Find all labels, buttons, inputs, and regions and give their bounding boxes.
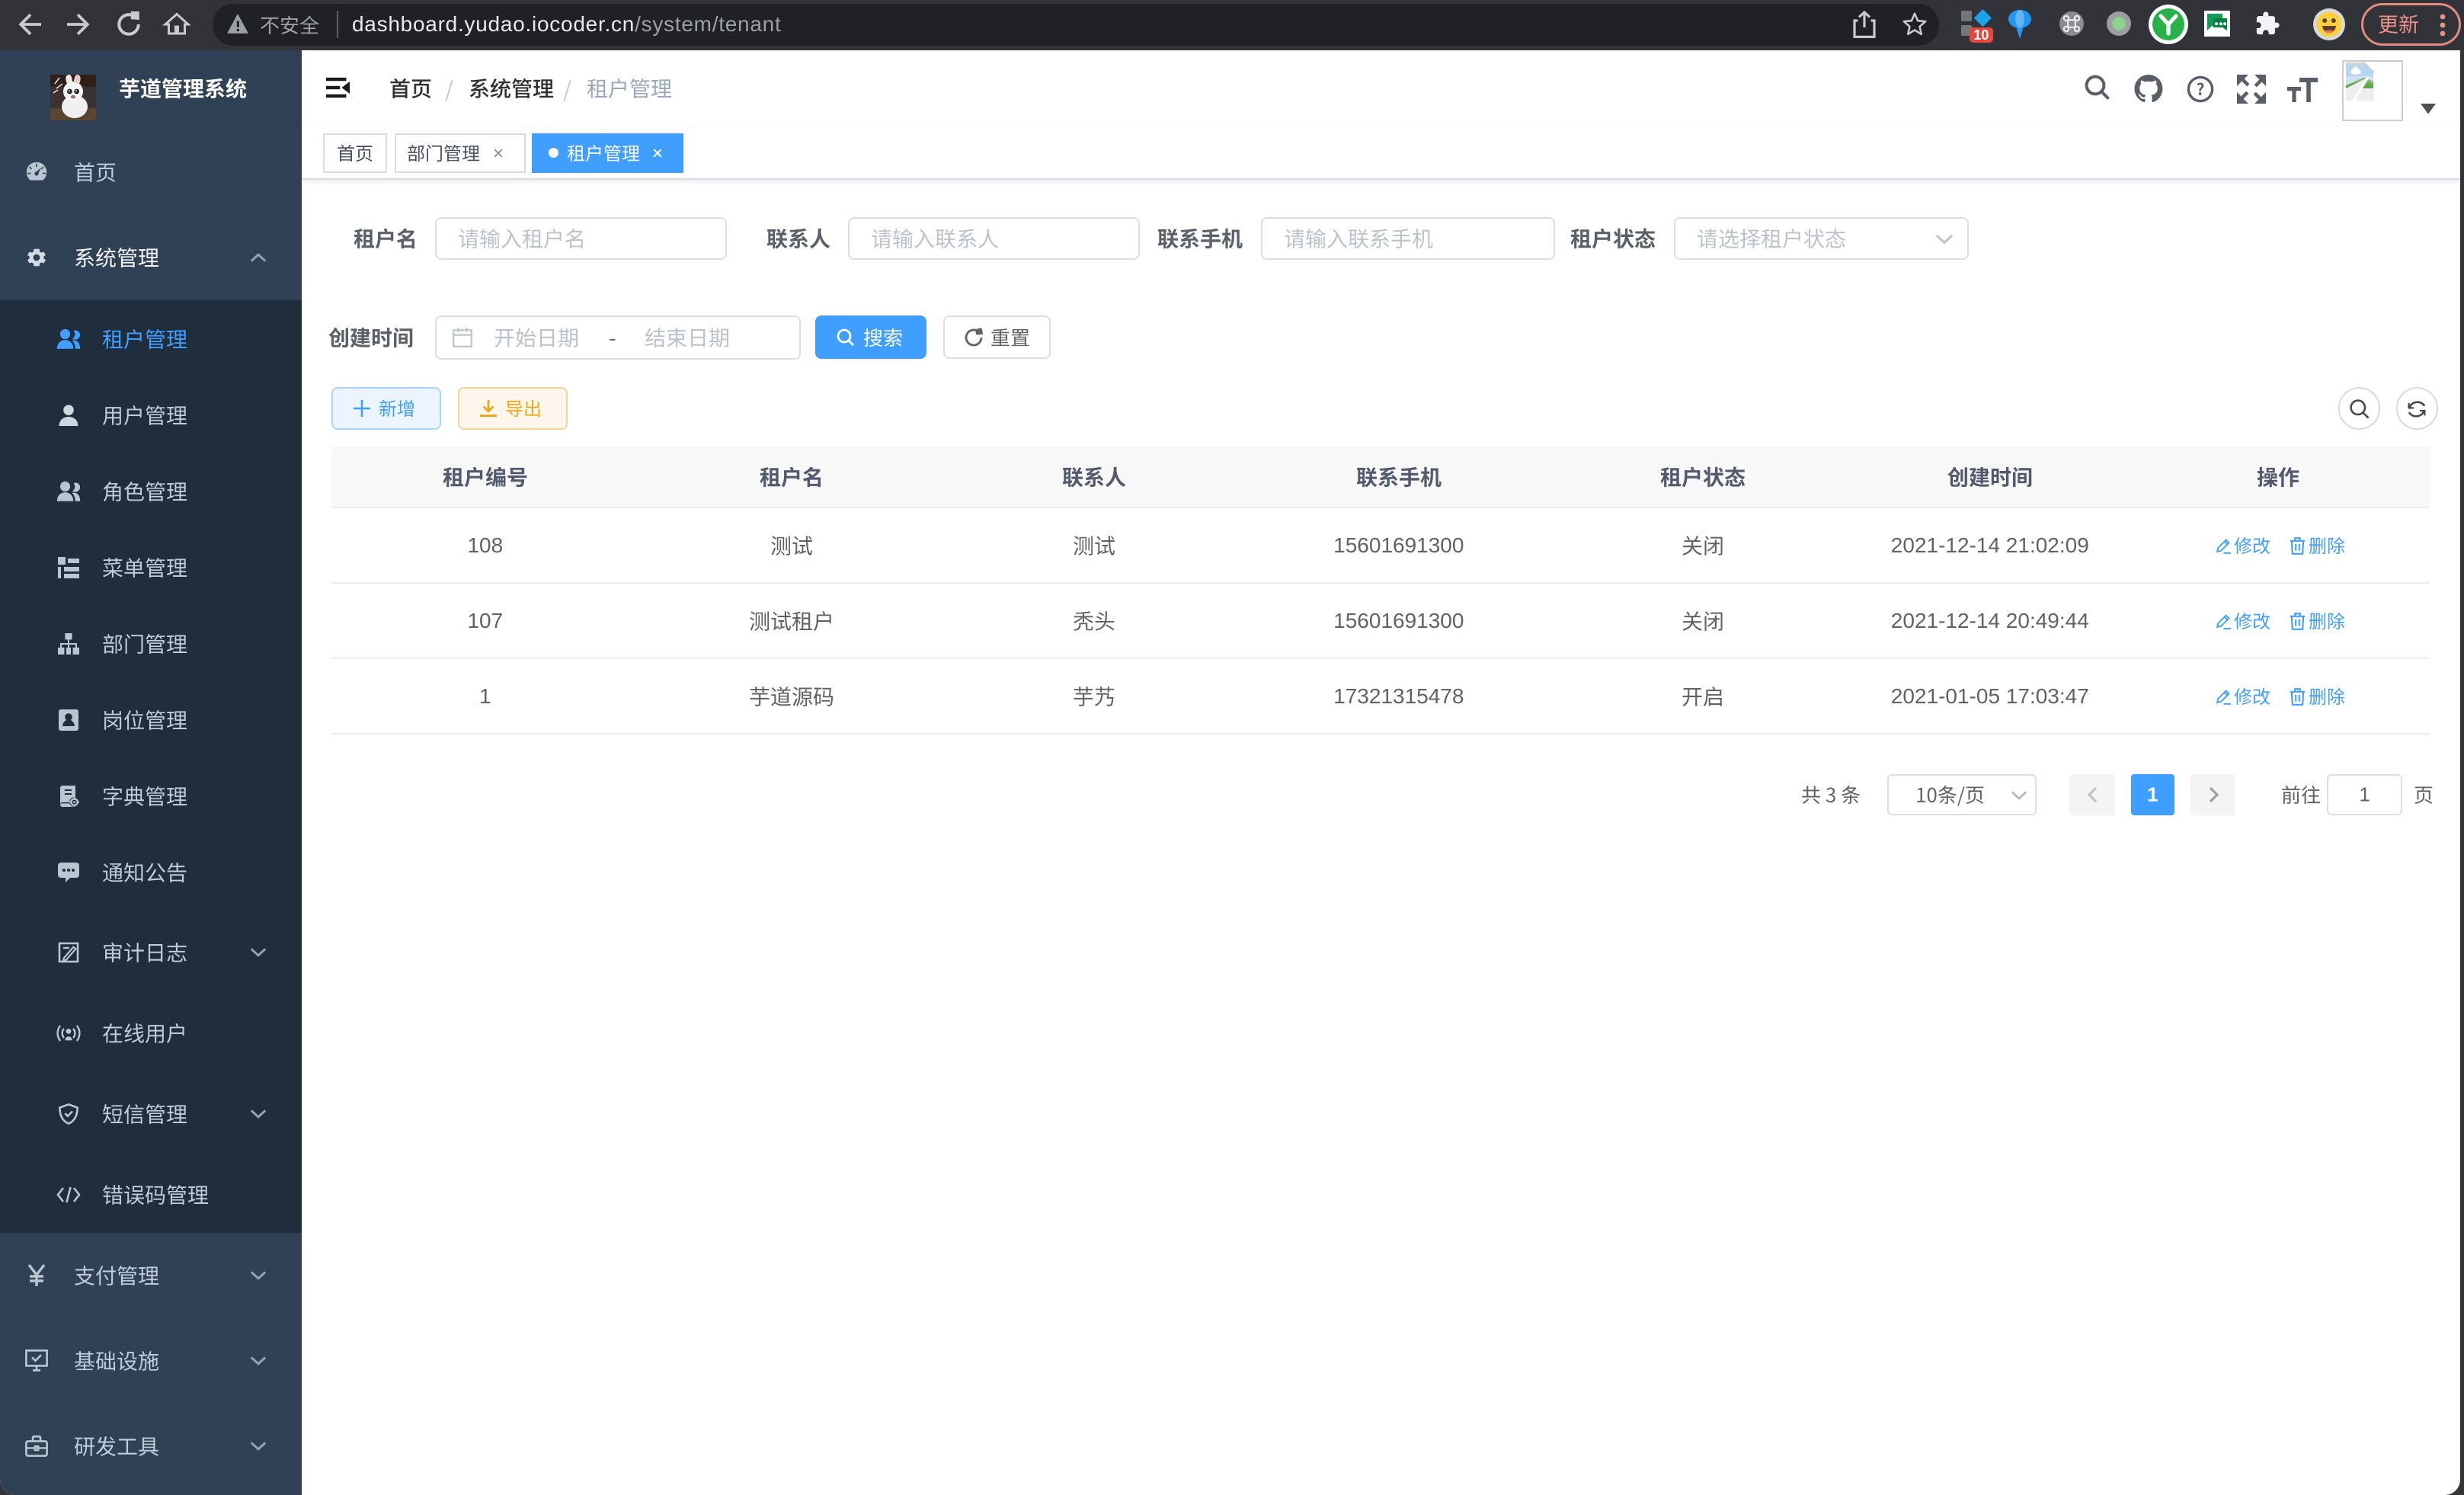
svg-text:10: 10 (1973, 27, 1989, 43)
